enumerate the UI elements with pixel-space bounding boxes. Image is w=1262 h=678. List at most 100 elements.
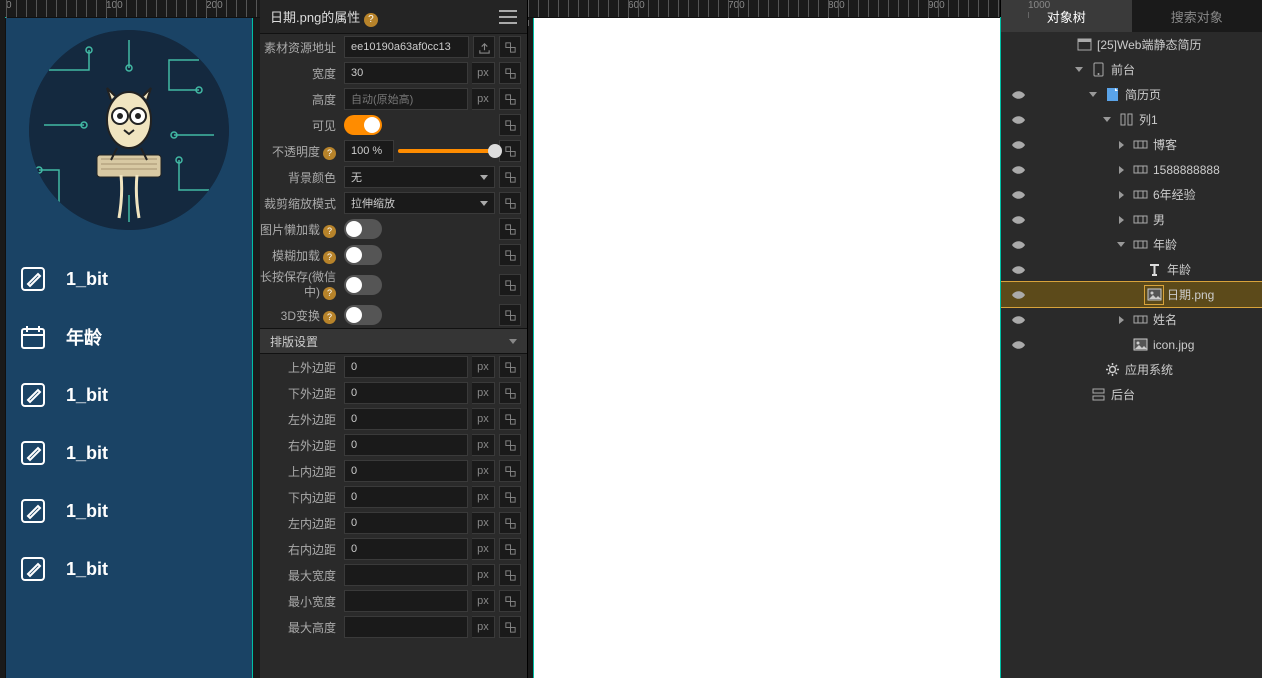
ref-button[interactable]: [499, 274, 521, 296]
unit-selector[interactable]: px: [472, 486, 495, 508]
threed-toggle[interactable]: [344, 305, 382, 325]
help-icon[interactable]: ?: [323, 311, 336, 324]
tree-node[interactable]: 姓名: [1001, 307, 1262, 332]
white-page[interactable]: [534, 18, 1000, 678]
visibility-icon[interactable]: [1001, 262, 1035, 277]
layout-input[interactable]: [344, 616, 468, 638]
menu-icon[interactable]: [499, 10, 517, 24]
expand-arrow-icon[interactable]: [1115, 316, 1127, 324]
tree-node[interactable]: 1588888888: [1001, 157, 1262, 182]
expand-arrow-icon[interactable]: [1115, 166, 1127, 174]
ref-button[interactable]: [499, 114, 521, 136]
unit-selector[interactable]: px: [472, 356, 495, 378]
preview-row[interactable]: 1_bit: [6, 540, 252, 598]
ref-button[interactable]: [499, 218, 521, 240]
ref-button[interactable]: [499, 244, 521, 266]
layout-input[interactable]: [344, 408, 468, 430]
layout-input[interactable]: [344, 486, 468, 508]
width-unit[interactable]: px: [472, 62, 495, 84]
tab-search-object[interactable]: 搜索对象: [1132, 0, 1262, 32]
preview-row[interactable]: 1_bit: [6, 250, 252, 308]
visibility-icon[interactable]: [1001, 312, 1035, 327]
expand-arrow-icon[interactable]: [1115, 191, 1127, 199]
preview-row[interactable]: 1_bit: [6, 366, 252, 424]
unit-selector[interactable]: px: [472, 564, 495, 586]
ref-button[interactable]: [499, 36, 521, 58]
help-icon[interactable]: ?: [323, 287, 336, 300]
opacity-input[interactable]: [344, 140, 394, 162]
visibility-icon[interactable]: [1001, 187, 1035, 202]
expand-arrow-icon[interactable]: [1073, 67, 1085, 72]
tree-node[interactable]: 年龄: [1001, 257, 1262, 282]
opacity-slider[interactable]: [398, 149, 495, 153]
ref-button[interactable]: [499, 564, 521, 586]
layout-input[interactable]: [344, 460, 468, 482]
height-unit[interactable]: px: [472, 88, 495, 110]
unit-selector[interactable]: px: [472, 460, 495, 482]
layout-input[interactable]: [344, 434, 468, 456]
layout-input[interactable]: [344, 538, 468, 560]
ref-button[interactable]: [499, 166, 521, 188]
ref-button[interactable]: [499, 616, 521, 638]
visibility-icon[interactable]: [1001, 87, 1035, 102]
expand-arrow-icon[interactable]: [1115, 242, 1127, 247]
ref-button[interactable]: [499, 382, 521, 404]
visibility-icon[interactable]: [1001, 137, 1035, 152]
unit-selector[interactable]: px: [472, 590, 495, 612]
ref-button[interactable]: [499, 356, 521, 378]
ref-button[interactable]: [499, 460, 521, 482]
ref-button[interactable]: [499, 88, 521, 110]
layout-section-header[interactable]: 排版设置: [260, 328, 527, 354]
unit-selector[interactable]: px: [472, 538, 495, 560]
ref-button[interactable]: [499, 434, 521, 456]
layout-input[interactable]: [344, 382, 468, 404]
ref-button[interactable]: [499, 140, 521, 162]
ref-button[interactable]: [499, 538, 521, 560]
tree-node[interactable]: icon.jpg: [1001, 332, 1262, 357]
visible-toggle[interactable]: [344, 115, 382, 135]
layout-input[interactable]: [344, 356, 468, 378]
visibility-icon[interactable]: [1001, 237, 1035, 252]
visibility-icon[interactable]: [1001, 287, 1035, 302]
tree-node[interactable]: 日期.png: [1001, 282, 1262, 307]
help-icon[interactable]: ?: [364, 13, 378, 27]
preview-row[interactable]: 年龄: [6, 308, 252, 366]
tree-node[interactable]: [25]Web端静态简历: [1001, 32, 1262, 57]
preview-row[interactable]: 1_bit: [6, 482, 252, 540]
tree-node[interactable]: 简历页: [1001, 82, 1262, 107]
help-icon[interactable]: ?: [323, 225, 336, 238]
tree-node[interactable]: 后台: [1001, 382, 1262, 407]
help-icon[interactable]: ?: [323, 251, 336, 264]
upload-icon[interactable]: [473, 36, 495, 58]
asset-url-input[interactable]: [344, 36, 469, 58]
expand-arrow-icon[interactable]: [1115, 216, 1127, 224]
height-input[interactable]: [344, 88, 468, 110]
unit-selector[interactable]: px: [472, 434, 495, 456]
visibility-icon[interactable]: [1001, 112, 1035, 127]
tree-node[interactable]: 应用系统: [1001, 357, 1262, 382]
ref-button[interactable]: [499, 590, 521, 612]
expand-arrow-icon[interactable]: [1101, 117, 1113, 122]
visibility-icon[interactable]: [1001, 162, 1035, 177]
preview-row[interactable]: 1_bit: [6, 424, 252, 482]
layout-input[interactable]: [344, 564, 468, 586]
ref-button[interactable]: [499, 512, 521, 534]
help-icon[interactable]: ?: [323, 147, 336, 160]
ref-button[interactable]: [499, 62, 521, 84]
visibility-icon[interactable]: [1001, 337, 1035, 352]
unit-selector[interactable]: px: [472, 382, 495, 404]
tree-node[interactable]: 前台: [1001, 57, 1262, 82]
bgcolor-select[interactable]: 无: [344, 166, 495, 188]
ref-button[interactable]: [499, 304, 521, 326]
avatar-image[interactable]: [29, 30, 229, 230]
ref-button[interactable]: [499, 486, 521, 508]
tree-node[interactable]: 列1: [1001, 107, 1262, 132]
tree-node[interactable]: 博客: [1001, 132, 1262, 157]
scale-mode-select[interactable]: 拉伸缩放: [344, 192, 495, 214]
layout-input[interactable]: [344, 590, 468, 612]
width-input[interactable]: [344, 62, 468, 84]
tree-node[interactable]: 男: [1001, 207, 1262, 232]
preview-frame[interactable]: 1_bit年龄1_bit1_bit1_bit1_bit: [6, 18, 252, 678]
ref-button[interactable]: [499, 192, 521, 214]
tree-node[interactable]: 6年经验: [1001, 182, 1262, 207]
